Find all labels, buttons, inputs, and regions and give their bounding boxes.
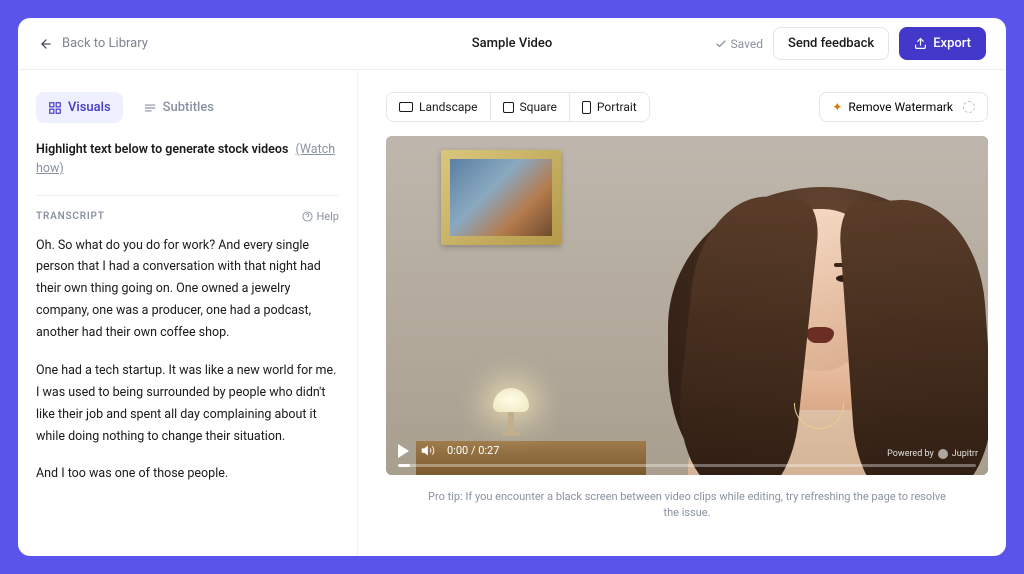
video-scene-painting [441, 150, 561, 245]
aspect-square-label: Square [520, 100, 557, 114]
help-label: Help [316, 210, 339, 223]
transcript-header: TRANSCRIPT Help [36, 210, 339, 223]
remove-watermark-label: Remove Watermark [848, 100, 953, 114]
transcript-paragraph[interactable]: One had a tech startup. It was like a ne… [36, 360, 339, 448]
left-panel: Visuals Subtitles Highlight text below t… [18, 70, 358, 556]
check-icon [715, 38, 727, 50]
tab-visuals[interactable]: Visuals [36, 92, 123, 123]
tab-subtitles-label: Subtitles [163, 100, 214, 115]
send-feedback-button[interactable]: Send feedback [773, 27, 889, 60]
saved-indicator: Saved [715, 37, 763, 51]
export-label: Export [933, 36, 971, 51]
remove-watermark-button[interactable]: ✦ Remove Watermark [819, 92, 988, 122]
back-to-library-link[interactable]: Back to Library [38, 36, 148, 52]
back-label: Back to Library [62, 36, 148, 51]
right-panel: Landscape Square Portrait ✦ Remove Water… [358, 70, 1006, 556]
sparkle-icon: ✦ [832, 100, 842, 114]
grid-icon [48, 101, 62, 115]
volume-button[interactable] [421, 444, 435, 458]
tab-subtitles[interactable]: Subtitles [131, 92, 226, 123]
page-title: Sample Video [472, 36, 552, 51]
preview-toolbar: Landscape Square Portrait ✦ Remove Water… [386, 92, 988, 122]
progress-fill [398, 464, 410, 467]
tab-visuals-label: Visuals [68, 100, 111, 115]
transcript-body[interactable]: Oh. So what do you do for work? And ever… [36, 235, 339, 502]
player-controls: 0:00 / 0:27 [398, 444, 976, 458]
saved-label: Saved [731, 37, 763, 51]
video-player-bar: 0:00 / 0:27 [386, 434, 988, 475]
header-bar: Back to Library Sample Video Saved Send … [18, 18, 1006, 70]
aspect-landscape-button[interactable]: Landscape [387, 93, 491, 121]
play-button[interactable] [398, 444, 409, 458]
instruction-main: Highlight text below to generate stock v… [36, 142, 288, 157]
export-button[interactable]: Export [899, 27, 986, 60]
aspect-landscape-label: Landscape [419, 100, 478, 114]
header-right-group: Saved Send feedback Export [715, 27, 986, 60]
pro-tip-text: Pro tip: If you encounter a black screen… [386, 489, 988, 522]
landscape-icon [399, 102, 413, 112]
main-area: Visuals Subtitles Highlight text below t… [18, 70, 1006, 556]
divider [36, 195, 339, 196]
square-icon [503, 102, 514, 113]
time-display: 0:00 / 0:27 [447, 444, 499, 457]
aspect-square-button[interactable]: Square [491, 93, 570, 121]
aspect-ratio-group: Landscape Square Portrait [386, 92, 650, 122]
instruction-text: Highlight text below to generate stock v… [36, 141, 339, 179]
transcript-paragraph[interactable]: And I too was one of those people. [36, 463, 339, 485]
export-icon [914, 37, 927, 50]
app-window: Back to Library Sample Video Saved Send … [18, 18, 1006, 556]
progress-bar[interactable] [398, 464, 976, 467]
video-preview[interactable]: Powered by Jupitrr 0:00 / 0:27 [386, 136, 988, 475]
aspect-portrait-label: Portrait [597, 100, 637, 114]
transcript-tabs: Visuals Subtitles [36, 92, 339, 123]
subtitles-icon [143, 101, 157, 115]
video-scene-person [638, 155, 988, 475]
help-link[interactable]: Help [302, 210, 339, 223]
arrow-left-icon [38, 36, 54, 52]
loading-circle-icon [963, 101, 975, 113]
help-icon [302, 211, 313, 222]
transcript-heading: TRANSCRIPT [36, 211, 105, 222]
transcript-paragraph[interactable]: Oh. So what do you do for work? And ever… [36, 235, 339, 344]
portrait-icon [582, 101, 591, 114]
aspect-portrait-button[interactable]: Portrait [570, 93, 649, 121]
